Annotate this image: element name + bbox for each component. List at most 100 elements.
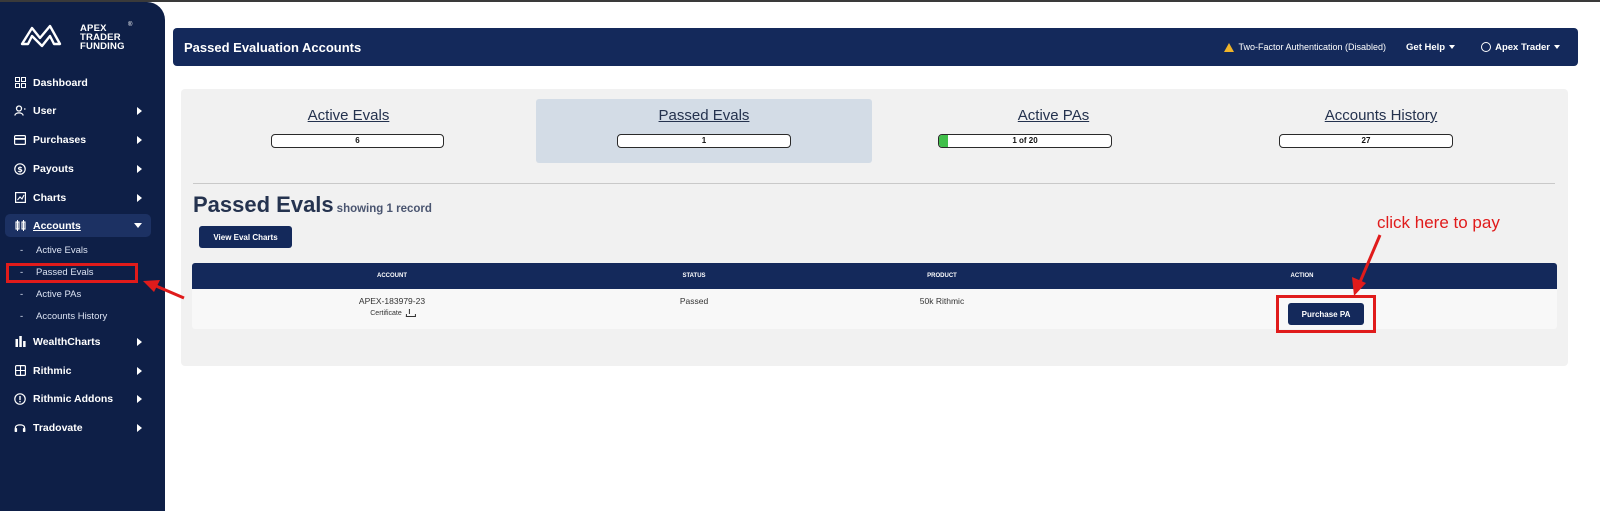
- stat-title[interactable]: Accounts History: [1231, 107, 1531, 124]
- grid-icon: [14, 365, 26, 377]
- user-circle-icon: [1481, 42, 1492, 52]
- sidebar-item-user[interactable]: User: [5, 99, 151, 122]
- section-title-text: Passed Evals: [193, 192, 334, 217]
- sub-dash: -: [20, 310, 24, 322]
- sidebar-subitem-accounts-history[interactable]: - Accounts History: [20, 307, 107, 325]
- bars-icon: [14, 336, 26, 348]
- stat-value: 1 of 20: [1012, 136, 1038, 145]
- two-factor-status-link[interactable]: Two-Factor Authentication (Disabled): [1224, 42, 1386, 52]
- column-header-account[interactable]: ACCOUNT: [377, 273, 407, 279]
- sidebar: APEX TRADER FUNDING ® Dashboard User Pur…: [0, 2, 165, 511]
- stat-title[interactable]: Active PAs: [916, 107, 1191, 124]
- get-help-label: Get Help: [1406, 41, 1446, 53]
- chevron-right-icon: [137, 164, 142, 173]
- sidebar-item-label: User: [33, 104, 57, 117]
- stat-progress-bar: 1: [617, 134, 791, 148]
- sidebar-item-purchases[interactable]: Purchases: [5, 128, 151, 151]
- column-header-product[interactable]: PRODUCT: [927, 273, 957, 279]
- two-factor-label: Two-Factor Authentication (Disabled): [1238, 42, 1387, 52]
- account-id: APEX-183979-23: [358, 296, 426, 306]
- chevron-right-icon: [137, 193, 142, 202]
- stat-title[interactable]: Active Evals: [211, 107, 486, 124]
- apex-logo-icon: [20, 24, 62, 48]
- sub-dash: -: [20, 288, 24, 300]
- annotation-highlight-passed-evals: [6, 263, 138, 283]
- sidebar-item-label: Rithmic Addons: [33, 392, 114, 405]
- stat-passed-evals[interactable]: Passed Evals 1: [536, 99, 872, 163]
- stat-value: 6: [355, 136, 360, 145]
- accounts-icon: [14, 220, 26, 232]
- sidebar-item-payouts[interactable]: $ Payouts: [5, 157, 151, 180]
- sidebar-item-label: Accounts: [33, 219, 81, 232]
- user-name: Apex Trader: [1495, 41, 1550, 53]
- stat-progress-bar: 1 of 20: [938, 134, 1112, 148]
- sub-dash: -: [20, 244, 24, 256]
- annotation-highlight-purchase: [1276, 295, 1376, 333]
- sidebar-item-wealthcharts[interactable]: WealthCharts: [5, 330, 151, 353]
- certificate-label: Certificate: [370, 309, 402, 317]
- section-title: Passed Evals showing 1 record: [193, 192, 432, 218]
- sidebar-item-label: Dashboard: [33, 76, 88, 89]
- chevron-right-icon: [137, 394, 142, 403]
- sidebar-item-label: Tradovate: [33, 421, 83, 434]
- chevron-right-icon: [137, 423, 142, 432]
- download-icon: [405, 309, 416, 317]
- section-divider: [193, 183, 1555, 184]
- chart-icon: [14, 192, 26, 204]
- account-cell: APEX-183979-23 Certificate: [359, 296, 425, 317]
- page-title: Passed Evaluation Accounts: [184, 39, 362, 55]
- table-header: ACCOUNT STATUS PRODUCT ACTION: [192, 263, 1557, 289]
- stat-active-evals[interactable]: Active Evals 6: [211, 89, 486, 153]
- stat-value: 1: [701, 136, 707, 145]
- certificate-link[interactable]: Certificate: [359, 309, 425, 317]
- sidebar-item-accounts[interactable]: Accounts: [5, 214, 151, 237]
- user-icon: [14, 105, 26, 117]
- get-help-menu[interactable]: Get Help: [1406, 41, 1456, 53]
- column-header-action[interactable]: ACTION: [1291, 273, 1314, 279]
- user-menu[interactable]: Apex Trader: [1481, 42, 1560, 53]
- brand-logo[interactable]: APEX TRADER FUNDING ®: [20, 20, 140, 52]
- brand-name: APEX TRADER FUNDING: [80, 24, 125, 52]
- top-border: [0, 0, 1600, 2]
- stat-accounts-history[interactable]: Accounts History 27: [1231, 89, 1531, 153]
- sidebar-subitem-active-pas[interactable]: - Active PAs: [20, 285, 81, 303]
- stat-progress-bar: 6: [271, 134, 444, 148]
- sidebar-subitem-label: Active Evals: [36, 244, 88, 256]
- sidebar-item-charts[interactable]: Charts: [5, 186, 151, 209]
- chevron-down-icon: [134, 223, 142, 228]
- registered-mark: ®: [128, 22, 133, 28]
- dashboard-icon: [14, 77, 26, 89]
- card-icon: [14, 134, 26, 146]
- sidebar-item-label: Rithmic: [33, 364, 72, 377]
- view-eval-charts-button[interactable]: View Eval Charts: [199, 226, 292, 248]
- stat-active-pas[interactable]: Active PAs 1 of 20: [916, 89, 1191, 153]
- sidebar-item-tradovate[interactable]: Tradovate: [5, 416, 151, 439]
- chevron-down-icon: [1554, 45, 1560, 49]
- chevron-right-icon: [137, 135, 142, 144]
- product-cell: 50k Rithmic: [919, 296, 965, 306]
- sidebar-item-rithmic[interactable]: Rithmic: [5, 359, 151, 382]
- stat-value: 27: [1361, 136, 1371, 145]
- info-icon: [14, 392, 26, 405]
- sidebar-item-dashboard[interactable]: Dashboard: [5, 71, 151, 94]
- brand-line-3: FUNDING: [80, 41, 125, 52]
- column-header-status[interactable]: STATUS: [682, 273, 705, 279]
- stat-progress-bar: 27: [1279, 134, 1453, 148]
- record-count: showing 1 record: [336, 203, 432, 215]
- chevron-right-icon: [137, 337, 142, 346]
- page-header: Passed Evaluation Accounts Two-Factor Au…: [173, 28, 1578, 66]
- chevron-right-icon: [137, 106, 142, 115]
- sidebar-item-label: WealthCharts: [33, 335, 101, 348]
- dollar-icon: $: [14, 162, 26, 175]
- stat-title[interactable]: Passed Evals: [536, 107, 872, 124]
- sidebar-item-rithmic-addons[interactable]: Rithmic Addons: [5, 387, 151, 410]
- annotation-text: click here to pay: [1377, 213, 1500, 232]
- sidebar-item-label: Payouts: [33, 162, 74, 175]
- sidebar-subitem-label: Active PAs: [36, 288, 82, 300]
- warning-icon: [1224, 42, 1235, 52]
- sidebar-item-label: Charts: [33, 191, 67, 204]
- status-cell: Passed: [679, 296, 709, 306]
- sidebar-subitem-active-evals[interactable]: - Active Evals: [20, 241, 88, 259]
- sidebar-item-label: Purchases: [33, 133, 87, 146]
- chevron-right-icon: [137, 366, 142, 375]
